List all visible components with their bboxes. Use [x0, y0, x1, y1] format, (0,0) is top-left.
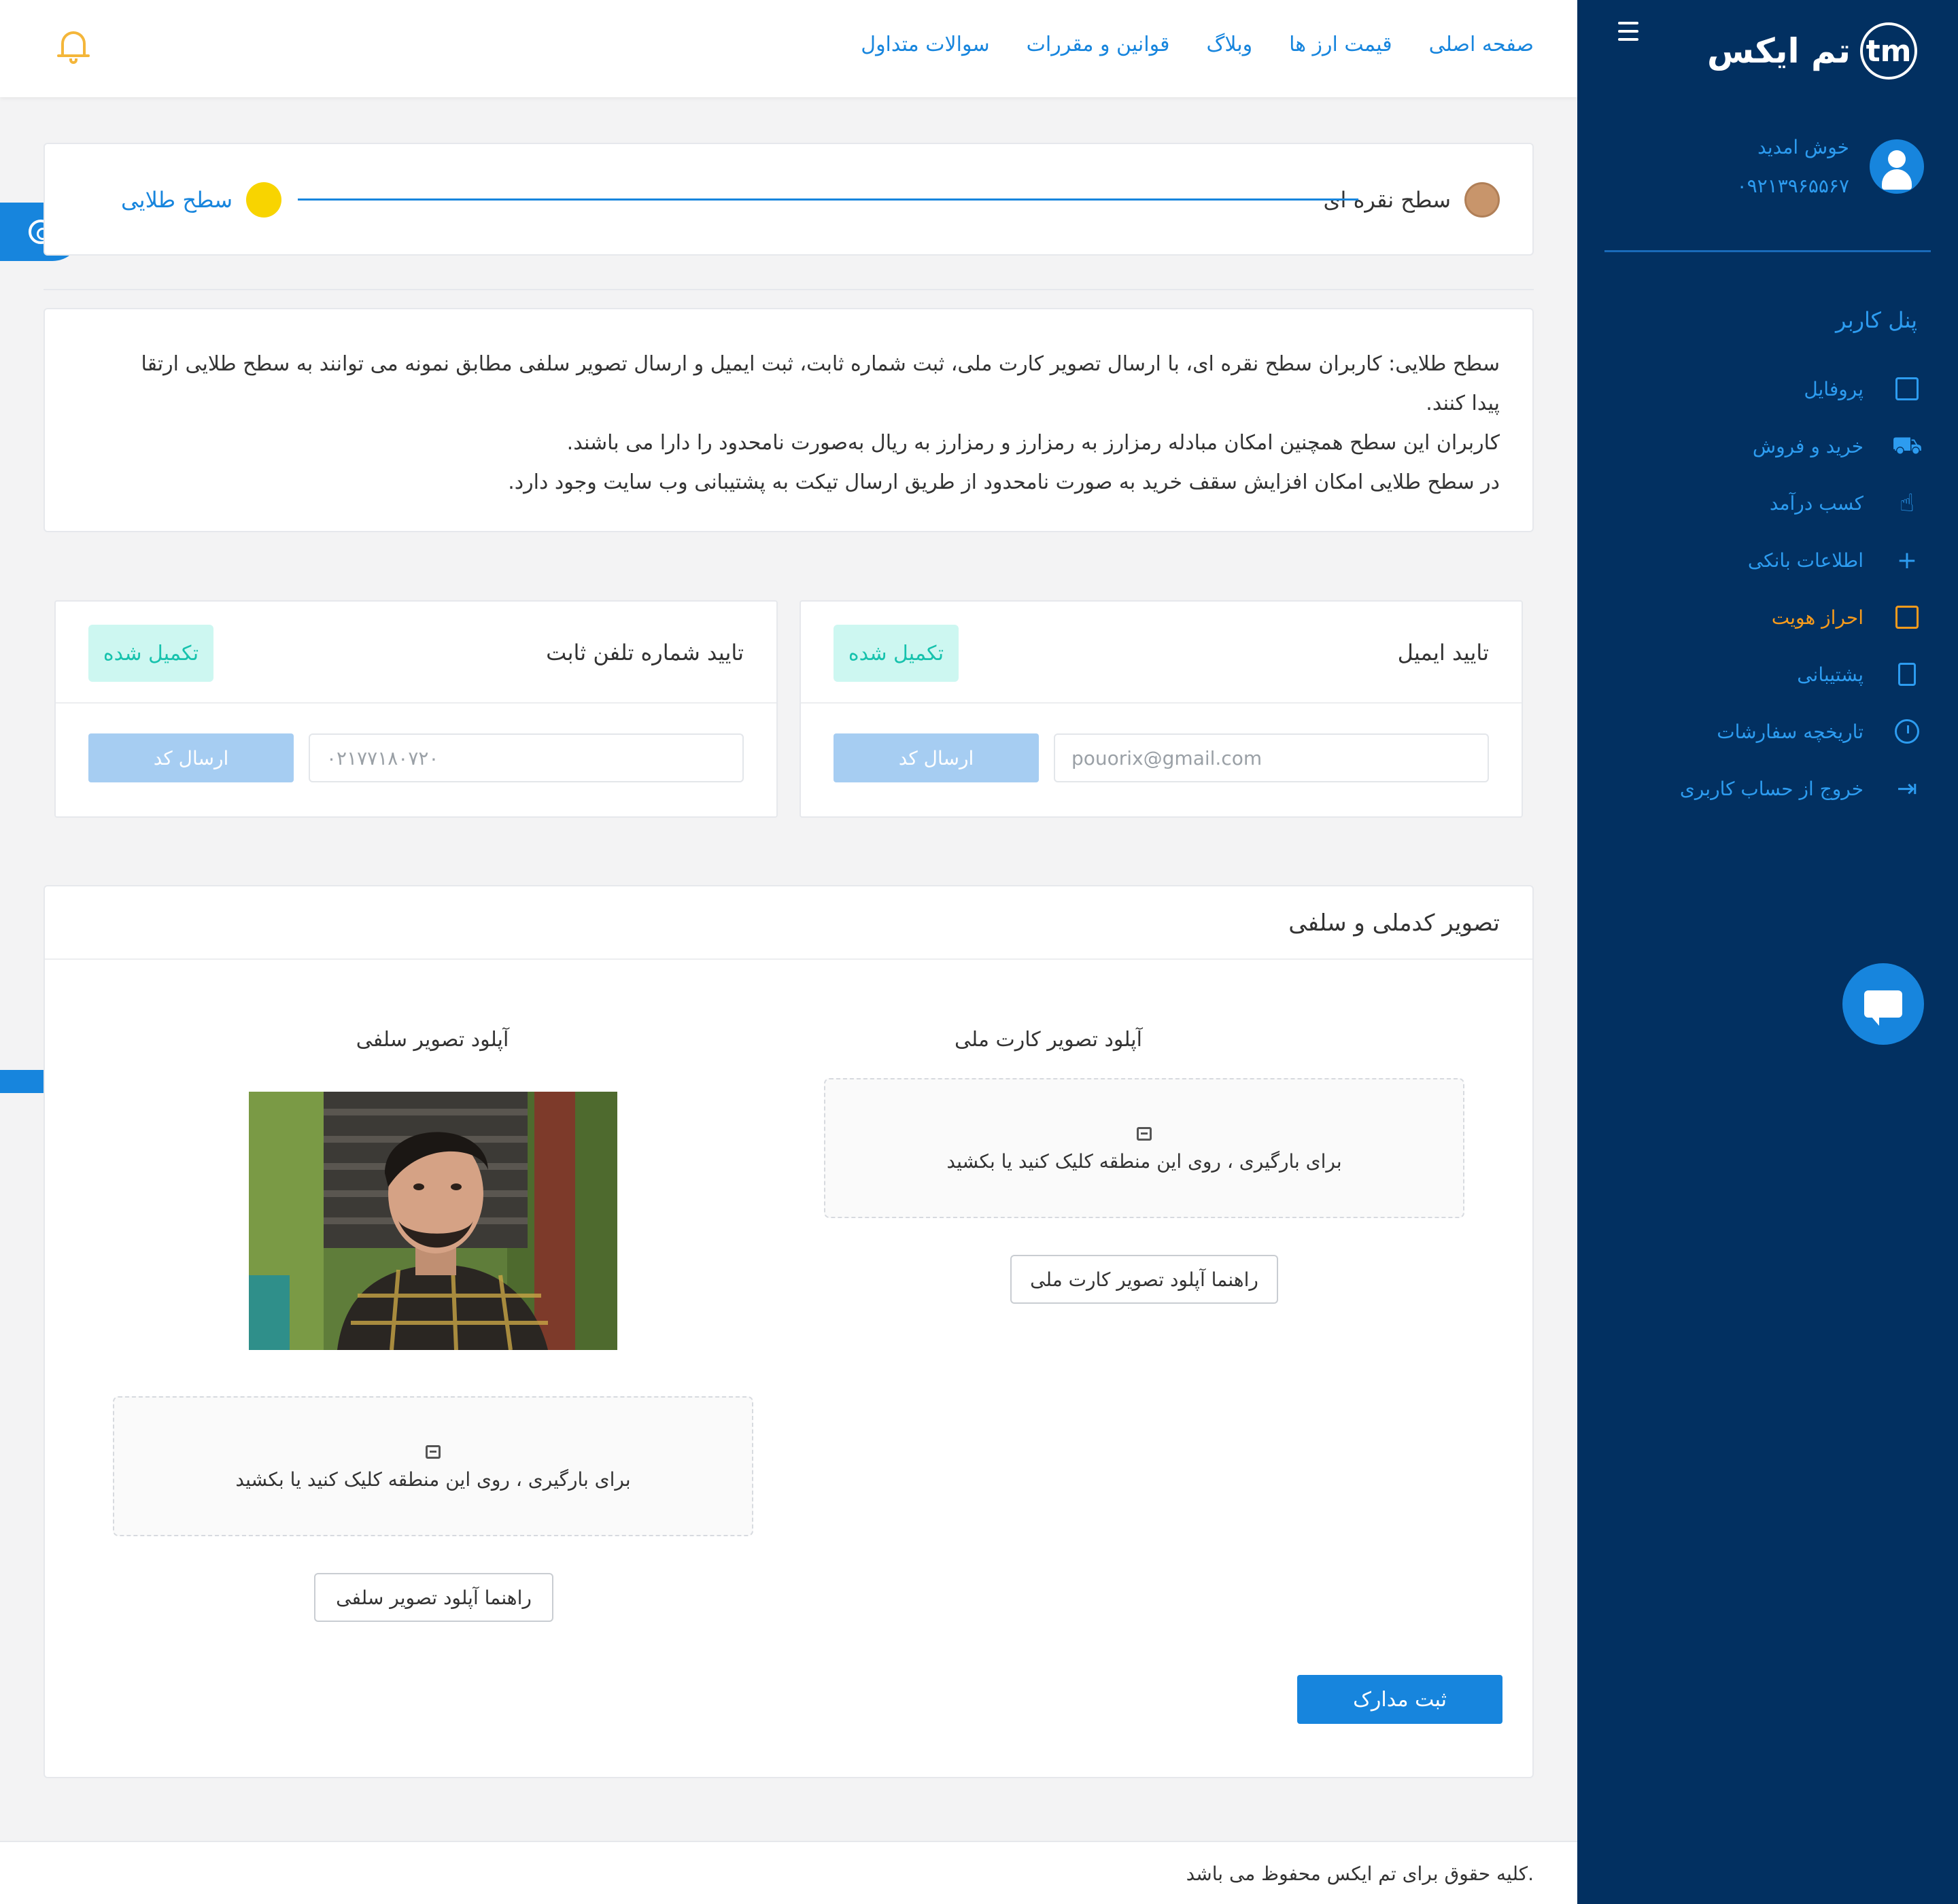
plus-icon: + — [1896, 546, 1918, 574]
email-verification: تایید ایمیل تکمیل شده pouorix@gmail.com … — [800, 600, 1523, 818]
phone-field[interactable]: ۰۲۱۷۷۱۸۰۷۲۰ — [309, 733, 744, 782]
sidebar-item-bank-info[interactable]: + اطلاعات بانکی — [1635, 532, 1921, 589]
panel-title: پنل کاربر — [1836, 307, 1917, 333]
logo-mark-icon: tm — [1860, 22, 1917, 80]
selfie-title: آپلود تصویر سلفی — [356, 1028, 509, 1052]
sidebar-item-label: کسب درآمد — [1769, 491, 1863, 515]
sidebar-item-identity[interactable]: احراز هویت — [1635, 589, 1921, 646]
send-code-button[interactable]: ارسال کد — [834, 733, 1039, 782]
sidebar-item-income[interactable]: ☝ کسب درآمد — [1635, 474, 1921, 532]
email-verify-title: تایید ایمیل — [1397, 640, 1489, 665]
user-greeting: خوش امدید — [1757, 136, 1849, 158]
sidebar-nav: پروفایل ⛟ خرید و فروش ☝ کسب درآمد + اطلا… — [1635, 360, 1923, 817]
upload-icon — [1137, 1127, 1152, 1141]
level-connector — [298, 198, 1358, 201]
nav-link-faq[interactable]: سوالات متداول — [861, 33, 989, 56]
brand-name: تم ایکس — [1706, 31, 1851, 71]
logout-icon: ⇥ — [1896, 774, 1918, 803]
sidebar-item-label: پشتیبانی — [1797, 663, 1863, 686]
income-icon: ☝ — [1900, 489, 1914, 517]
info-line: سطح طلایی: کاربران سطح نقره ای، با ارسال… — [141, 352, 1500, 376]
user-phone: ۰۹۲۱۳۹۶۵۵۶۷ — [1736, 175, 1849, 197]
dropzone-text: برای بارگیری ، روی این منطقه کلیک کنید ی… — [946, 1150, 1342, 1173]
phone-verification: تایید شماره تلفن ثابت تکمیل شده ۰۲۱۷۷۱۸۰… — [54, 600, 778, 818]
status-badge: تکمیل شده — [834, 625, 959, 682]
sidebar-item-profile[interactable]: پروفایل — [1635, 360, 1921, 417]
nav-link-rules[interactable]: قوانین و مقررات — [1027, 33, 1170, 56]
clock-icon — [1893, 718, 1921, 745]
dropzone-text: برای بارگیری ، روی این منطقه کلیک کنید ی… — [235, 1468, 631, 1491]
national-card-title: آپلود تصویر کارت ملی — [954, 1028, 1142, 1052]
gold-level-info: سطح طلایی: کاربران سطح نقره ای، با ارسال… — [44, 308, 1534, 532]
level-progress: سطح نقره ای سطح طلایی — [44, 143, 1534, 256]
phone-verify-title: تایید شماره تلفن ثابت — [546, 640, 744, 665]
sidebar-item-label: احراز هویت — [1771, 606, 1863, 629]
avatar — [1870, 139, 1924, 194]
menu-toggle-icon[interactable] — [1611, 22, 1638, 46]
sidebar-item-support[interactable]: پشتیبانی — [1635, 646, 1921, 703]
level-gold: سطح طلایی — [121, 182, 282, 218]
brand-logo[interactable]: tm تم ایکس — [1707, 20, 1917, 82]
sidebar-item-label: خرید و فروش — [1752, 434, 1863, 457]
sidebar-item-orders[interactable]: تاریخچه سفارشات — [1635, 703, 1921, 760]
sidebar-item-label: تاریخچه سفارشات — [1717, 720, 1863, 743]
status-badge: تکمیل شده — [88, 625, 213, 682]
documents-upload: تصویر کدملی و سلفی آپلود تصویر کارت ملی … — [44, 885, 1534, 1778]
sidebar-item-label: خروج از حساب کاربری — [1679, 777, 1863, 800]
sidebar: tm تم ایکس خوش امدید ۰۹۲۱۳۹۶۵۵۶۷ پنل کار… — [1577, 0, 1958, 1904]
chat-button[interactable] — [1842, 963, 1924, 1045]
selfie-dropzone[interactable]: برای بارگیری ، روی این منطقه کلیک کنید ی… — [113, 1396, 753, 1536]
info-line: در سطح طلایی امکان افزایش سقف خرید به صو… — [508, 470, 1500, 494]
gold-dot-icon — [246, 182, 282, 218]
send-code-button[interactable]: ارسال کد — [88, 733, 294, 782]
selfie-guide-button[interactable]: راهنما آپلود تصویر سلفی — [314, 1573, 553, 1622]
sidebar-item-label: پروفایل — [1804, 377, 1863, 400]
documents-title: تصویر کدملی و سلفی — [1288, 910, 1500, 937]
sidebar-item-trade[interactable]: ⛟ خرید و فروش — [1635, 417, 1923, 474]
section-divider — [44, 289, 1534, 290]
nav-link-prices[interactable]: قیمت ارز ها — [1289, 33, 1392, 56]
support-icon — [1893, 661, 1921, 688]
national-card-dropzone[interactable]: برای بارگیری ، روی این منطقه کلیک کنید ی… — [824, 1078, 1464, 1218]
footer: .کلیه حقوق برای تم ایکس محفوظ می باشد — [0, 1841, 1577, 1904]
info-line: کاربران این سطح همچنین امکان مبادله رمزا… — [566, 431, 1500, 455]
submit-documents-button[interactable]: ثبت مدارک — [1297, 1675, 1502, 1724]
nav-link-home[interactable]: صفحه اصلی — [1429, 33, 1534, 56]
top-bar: صفحه اصلی قیمت ارز ها وبلاگ قوانین و مقر… — [0, 0, 1577, 97]
silver-dot-icon — [1464, 182, 1500, 218]
top-nav: صفحه اصلی قیمت ارز ها وبلاگ قوانین و مقر… — [861, 33, 1534, 56]
selfie-preview-image — [249, 1092, 617, 1350]
sidebar-item-label: اطلاعات بانکی — [1747, 549, 1863, 572]
upload-icon — [426, 1445, 441, 1459]
notification-bell-icon[interactable] — [57, 29, 90, 64]
national-card-guide-button[interactable]: راهنما آپلود تصویر کارت ملی — [1010, 1255, 1278, 1304]
profile-icon — [1893, 375, 1921, 402]
nav-link-blog[interactable]: وبلاگ — [1206, 33, 1252, 56]
chat-icon — [1864, 990, 1902, 1026]
user-box: خوش امدید ۰۹۲۱۳۹۶۵۵۶۷ — [1737, 136, 1924, 197]
sidebar-divider — [1604, 250, 1931, 252]
sidebar-item-logout[interactable]: ⇥ خروج از حساب کاربری — [1635, 760, 1921, 817]
id-card-icon — [1893, 604, 1921, 631]
level-gold-label: سطح طلایی — [121, 187, 233, 213]
copyright-text: .کلیه حقوق برای تم ایکس محفوظ می باشد — [1186, 1863, 1534, 1885]
cart-icon: ⛟ — [1891, 432, 1923, 460]
info-line: پیدا کنند. — [1426, 392, 1500, 415]
email-field[interactable]: pouorix@gmail.com — [1054, 733, 1489, 782]
